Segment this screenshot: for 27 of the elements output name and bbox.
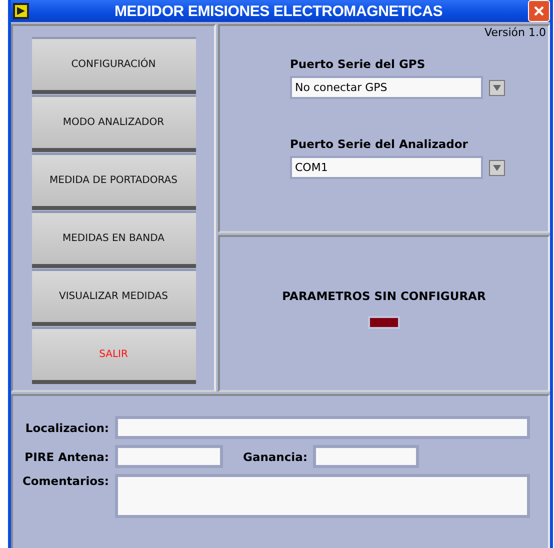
menu-button[interactable]: MEDIDAS EN BANDA	[32, 213, 196, 268]
field-label: Localizacion:	[24, 420, 109, 434]
input-field[interactable]	[115, 445, 223, 468]
comments-field[interactable]	[115, 474, 530, 518]
field-label: Ganancia:	[243, 450, 308, 464]
input-field[interactable]	[313, 445, 420, 468]
menu-button[interactable]: MODO ANALIZADOR	[32, 97, 196, 152]
port-label: Puerto Serie del GPS	[290, 57, 426, 71]
caret-icon	[493, 164, 501, 170]
version-label: Versión 1.0	[484, 26, 546, 39]
status-label: PARAMETROS SIN CONFIGURAR	[282, 289, 486, 303]
caret-icon	[493, 84, 501, 90]
menu-button[interactable]: CONFIGURACIÓN	[32, 39, 196, 94]
dropdown-button[interactable]	[489, 80, 505, 96]
port-select[interactable]: COM1	[290, 156, 483, 179]
close-button[interactable]	[528, 0, 550, 22]
menu-button[interactable]: MEDIDA DE PORTADORAS	[32, 155, 196, 210]
close-icon	[533, 5, 545, 17]
port-select[interactable]: No conectar GPS	[290, 76, 483, 99]
menu-button[interactable]: VISUALIZAR MEDIDAS	[32, 271, 196, 326]
input-field[interactable]	[115, 416, 530, 439]
field-label: PIRE Antena:	[24, 450, 109, 464]
app-icon	[13, 3, 29, 19]
dropdown-button[interactable]	[489, 160, 505, 176]
field-label: Comentarios:	[21, 474, 109, 488]
port-label: Puerto Serie del Analizador	[290, 137, 469, 151]
window-title: MEDIDOR EMISIONES ELECTROMAGNETICAS	[113, 2, 444, 20]
